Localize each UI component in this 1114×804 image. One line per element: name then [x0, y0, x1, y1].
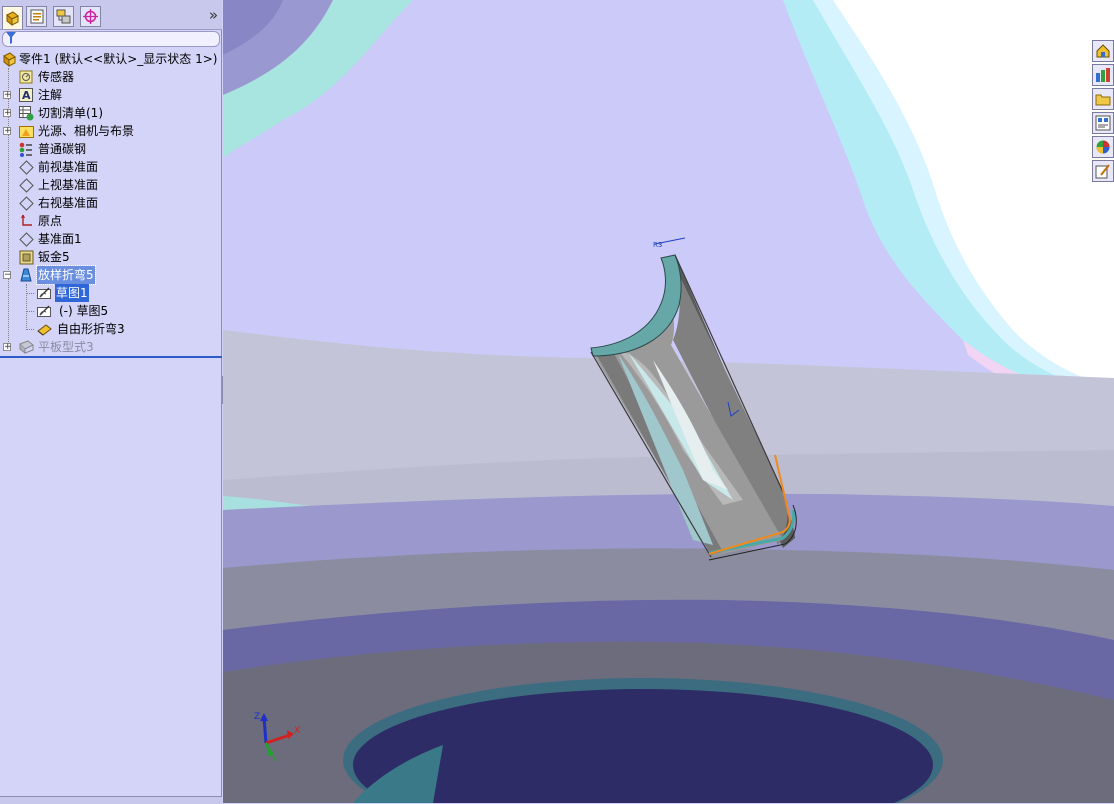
cut-list-icon [18, 105, 34, 121]
sheet-metal-icon [18, 249, 34, 265]
tree-item-label: 切割清单(1) [38, 106, 103, 120]
tree-item-sheet-metal[interactable]: 钣金5 [0, 248, 222, 266]
expand-panel-button[interactable]: » [209, 7, 218, 23]
tree-item-label: 零件1 (默认<<默认>_显示状态 1>) [19, 52, 218, 66]
free-form-bend-icon [36, 321, 52, 337]
tree-item-label: 钣金5 [38, 250, 70, 264]
triad-z-label: Z [254, 712, 260, 722]
scene-background: R3 [223, 0, 1114, 803]
tree-item-label: 上视基准面 [38, 178, 99, 192]
tree-item-material[interactable]: 普通碳钢 [0, 140, 222, 158]
tree-item-label: 原点 [38, 214, 63, 228]
plane-icon [18, 195, 34, 211]
tree-item-right-plane[interactable]: 右视基准面 [0, 194, 222, 212]
tree-item-label: 草图1 [55, 284, 89, 302]
expand-toggle[interactable]: + [3, 343, 12, 352]
filter-funnel-icon [6, 32, 16, 47]
svg-text:A: A [22, 89, 31, 102]
design-library-icon[interactable] [1092, 64, 1114, 86]
flat-pattern-icon [18, 339, 34, 355]
appearances-icon[interactable] [1092, 136, 1114, 158]
lofted-bend-icon [18, 267, 34, 283]
origin-icon [18, 213, 34, 229]
tree-item-label: (-) 草图5 [59, 304, 109, 318]
material-icon [18, 141, 34, 157]
tree-item-label: 光源、相机与布景 [38, 124, 135, 138]
tree-item-flat-pattern[interactable]: + 平板型式3 [0, 338, 222, 356]
collapse-toggle[interactable]: − [3, 271, 12, 280]
tree-item-label: 右视基准面 [38, 196, 99, 210]
expand-toggle[interactable]: + [3, 91, 12, 100]
part-icon [1, 51, 17, 67]
manager-tab-bar: » [0, 0, 222, 30]
configuration-icon[interactable] [53, 6, 74, 27]
view-palette-icon[interactable] [1092, 112, 1114, 134]
triad-y-label: Y [271, 754, 277, 763]
tree-item-label: 前视基准面 [38, 160, 99, 174]
lights-cameras-icon [18, 123, 34, 139]
triad-x-label: X [294, 726, 300, 736]
tree-item-plane1[interactable]: 基准面1 [0, 230, 222, 248]
solidworks-resources-icon[interactable] [1092, 40, 1114, 62]
tree-item-label: 注解 [38, 88, 63, 102]
tree-item-top-plane[interactable]: 上视基准面 [0, 176, 222, 194]
tree-item-sensors[interactable]: 传感器 [0, 68, 222, 86]
file-explorer-icon[interactable] [1092, 88, 1114, 110]
tree-item-label: 放样折弯5 [36, 265, 96, 285]
tree-item-label: 平板型式3 [38, 340, 94, 354]
plane-icon [18, 159, 34, 175]
tree-item-lofted-bend[interactable]: − 放样折弯5 [0, 265, 222, 285]
sketch-icon [36, 285, 52, 301]
annotation-icon: A [18, 87, 34, 103]
tree-item-sketch1[interactable]: 草图1 [0, 284, 222, 302]
expand-toggle[interactable]: + [3, 109, 12, 118]
tree-filter-input[interactable] [2, 31, 220, 47]
tree-item-cut-list[interactable]: + 切割清单(1) [0, 104, 222, 122]
property-sheet-icon[interactable] [26, 6, 47, 27]
graphics-viewport[interactable]: R3 Z X Y [223, 0, 1114, 803]
plane-icon [18, 177, 34, 193]
tree-item-free-form-bend[interactable]: 自由形折弯3 [0, 320, 222, 338]
tree-item-part[interactable]: 零件1 (默认<<默认>_显示状态 1>) [0, 50, 222, 68]
tree-item-label: 传感器 [38, 70, 75, 84]
tree-item-front-plane[interactable]: 前视基准面 [0, 158, 222, 176]
sketch-icon [36, 303, 52, 319]
tree-item-label: 基准面1 [38, 232, 82, 246]
crosshair-target-icon[interactable] [80, 6, 101, 27]
custom-properties-icon[interactable] [1092, 160, 1114, 182]
tree-item-label: 普通碳钢 [38, 142, 87, 156]
rollback-bar[interactable] [0, 356, 222, 358]
plane-icon [18, 231, 34, 247]
tree-item-lights-cameras[interactable]: + 光源、相机与布景 [0, 122, 222, 140]
tree-item-label: 自由形折弯3 [57, 322, 125, 336]
svg-text:R3: R3 [653, 241, 662, 249]
feature-manager-panel: » 零件1 (默认<<默认>_显示状态 1>) 传感器 + A 注解 + 切割清… [0, 0, 222, 804]
expand-toggle[interactable]: + [3, 127, 12, 136]
sensor-icon [18, 69, 34, 85]
feature-tree-icon[interactable] [2, 6, 23, 29]
tree-item-annotations[interactable]: + A 注解 [0, 86, 222, 104]
tree-item-sketch5[interactable]: (-) 草图5 [0, 302, 222, 320]
coordinate-triad: Z X Y [254, 712, 300, 763]
tree-item-origin[interactable]: 原点 [0, 212, 222, 230]
